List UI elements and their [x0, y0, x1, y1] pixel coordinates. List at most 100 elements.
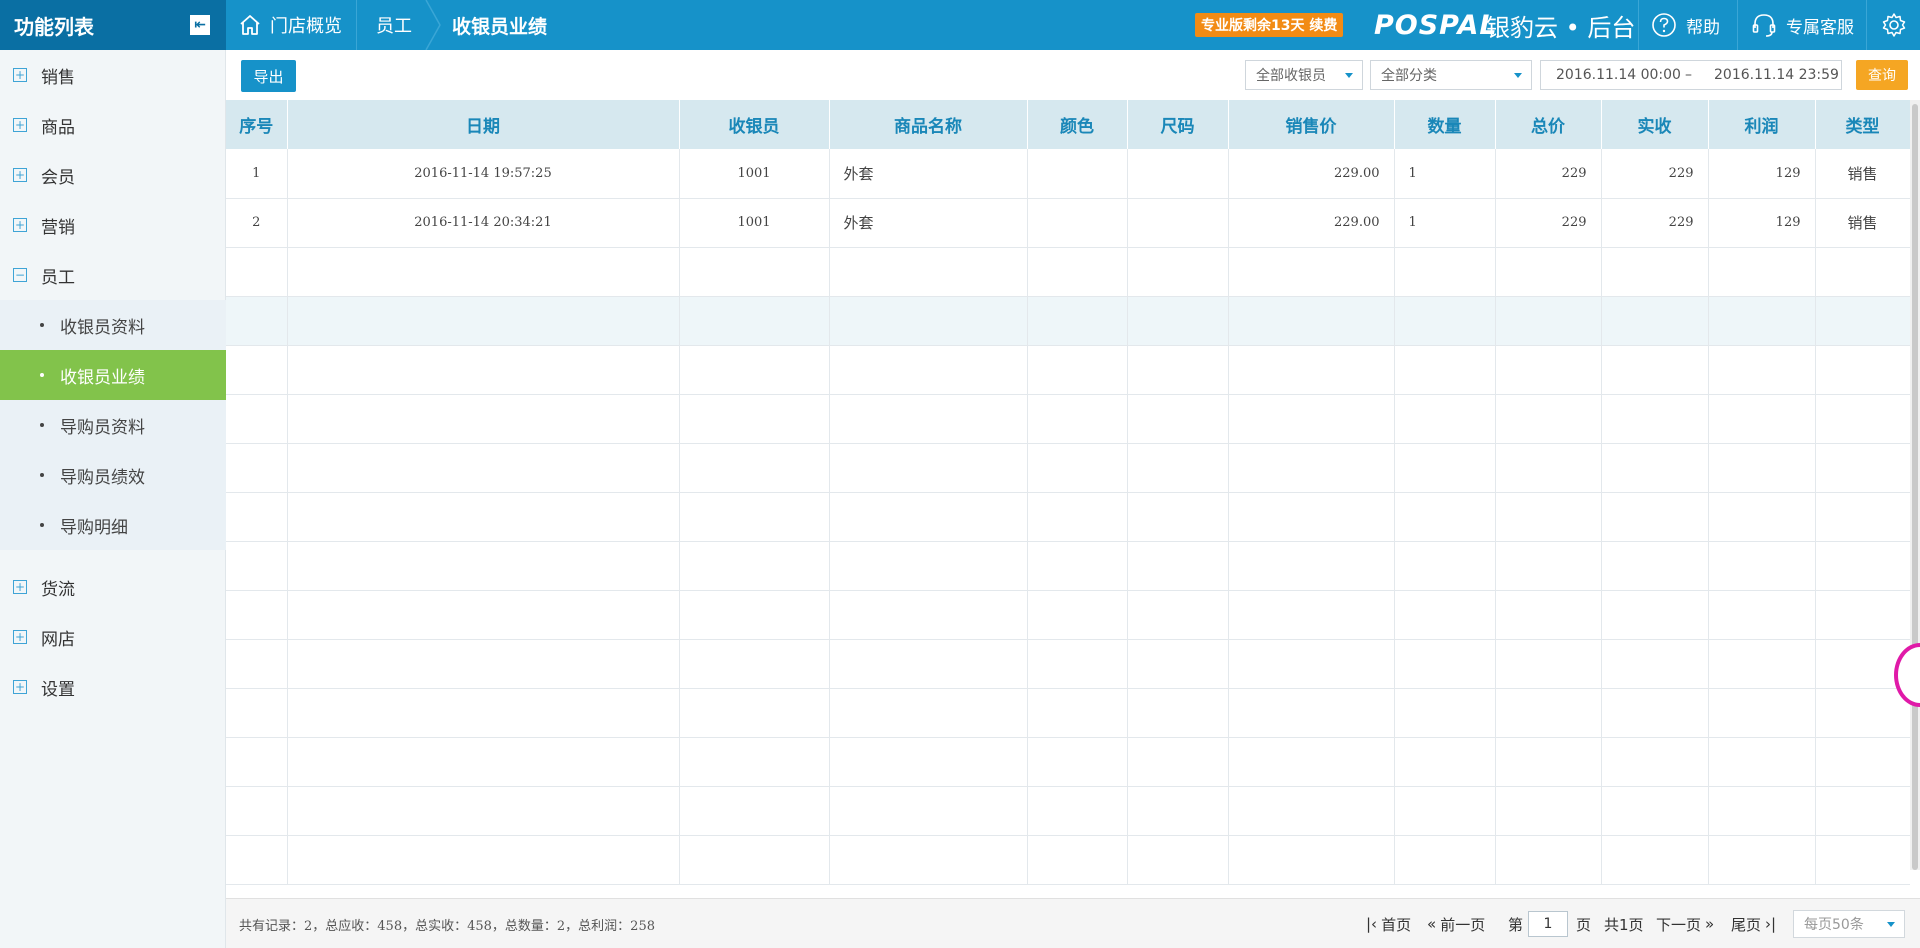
table-cell [1127, 786, 1229, 836]
sidebar-item-staff[interactable]: − 员工 [0, 250, 226, 300]
table-cell [1601, 541, 1709, 591]
table-cell [1228, 786, 1395, 836]
sidebar-subitem-label: 收银员资料 [60, 317, 145, 338]
table-cell [226, 394, 288, 444]
page-number-input[interactable]: 1 [1528, 911, 1568, 937]
table-cell [1815, 296, 1910, 346]
table-cell [1027, 345, 1128, 395]
settings-button[interactable] [1880, 0, 1916, 50]
table-cell [287, 443, 680, 493]
table-cell [1708, 541, 1816, 591]
table-cell [226, 835, 288, 885]
sidebar-item-label: 营销 [41, 217, 75, 238]
column-header: 利润 [1708, 100, 1816, 149]
cashier-filter-select[interactable]: 全部收银员 [1245, 60, 1363, 90]
next-page-label: 下一页 [1656, 915, 1702, 934]
table-cell: 2 [226, 198, 288, 248]
sidebar-item-logistics[interactable]: + 货流 [0, 562, 226, 612]
category-filter-select[interactable]: 全部分类 [1370, 60, 1532, 90]
empty-table-row [226, 639, 1910, 689]
expand-icon: + [13, 168, 27, 182]
table-scrollbar-thumb[interactable] [1912, 104, 1918, 870]
table-footer: 共有记录：2，总应收：458，总实收：458，总数量：2，总利润：258 |‹ … [226, 898, 1920, 948]
breadcrumb-section[interactable]: 员工 [376, 0, 412, 50]
table-cell [1127, 149, 1229, 199]
table-cell [1495, 296, 1602, 346]
table-cell [1027, 296, 1128, 346]
sidebar-subitem-cashier-performance[interactable]: 收银员业绩 [0, 350, 226, 400]
table-cell: 129 [1708, 149, 1816, 199]
breadcrumb-home[interactable]: 门店概览 [238, 0, 342, 50]
sidebar-item-online-store[interactable]: + 网店 [0, 612, 226, 662]
table-cell [226, 688, 288, 738]
last-page-button[interactable]: 尾页 ›| [1731, 899, 1776, 948]
date-range-picker[interactable]: 2016.11.14 00:00 – 2016.11.14 23:59 [1540, 60, 1842, 90]
prev-page-button[interactable]: « 前一页 [1427, 899, 1485, 948]
collapse-icon: − [13, 268, 27, 282]
table-cell [1027, 394, 1128, 444]
sidebar-item-products[interactable]: + 商品 [0, 100, 226, 150]
last-page-label: 尾页 [1731, 915, 1762, 934]
table-cell: 229.00 [1228, 198, 1395, 248]
date-end-field[interactable]: 2016.11.14 23:59 [1714, 67, 1839, 83]
next-page-icon: » [1705, 915, 1715, 933]
table-header-row: 序号 日期 收银员 商品名称 颜色 尺码 销售价 数量 总价 实收 利润 类型 [226, 100, 1910, 149]
table-cell [1394, 345, 1496, 395]
empty-table-row [226, 541, 1910, 591]
sidebar-item-settings[interactable]: + 设置 [0, 662, 226, 712]
table-cell [1708, 394, 1816, 444]
sidebar-subitem-guide-details[interactable]: 导购明细 [0, 500, 226, 550]
export-button-label: 导出 [253, 67, 284, 86]
date-separator: – [1685, 67, 1692, 83]
date-start-field[interactable]: 2016.11.14 00:00 [1556, 67, 1681, 83]
help-button[interactable]: 帮助 [1650, 0, 1720, 50]
table-cell [1601, 345, 1709, 395]
table-row[interactable]: 1 2016-11-14 19:57:25 1001 外套 229.00 1 229 229 1… [226, 149, 1910, 199]
query-button[interactable]: 查询 [1856, 60, 1908, 90]
column-header: 序号 [226, 100, 288, 149]
collapse-sidebar-icon[interactable]: ⇤ [190, 15, 210, 35]
table-cell [1228, 296, 1395, 346]
sidebar-subitem-guide-profiles[interactable]: 导购员资料 [0, 400, 226, 450]
page-size-select[interactable]: 每页50条 [1793, 910, 1905, 938]
sidebar-subitem-label: 导购员资料 [60, 417, 145, 438]
table-cell [1127, 737, 1229, 787]
table-cell [1127, 492, 1229, 542]
table-cell [1394, 296, 1496, 346]
table-cell [287, 492, 680, 542]
table-cell [287, 835, 680, 885]
sidebar-subitem-guide-performance[interactable]: 导购员绩效 [0, 450, 226, 500]
table-row[interactable]: 2 2016-11-14 20:34:21 1001 外套 229.00 1 229 229 1… [226, 198, 1910, 248]
sidebar-item-marketing[interactable]: + 营销 [0, 200, 226, 250]
table-cell [1601, 786, 1709, 836]
table-cell [679, 786, 830, 836]
table-cell [1027, 149, 1128, 199]
table-cell [1708, 590, 1816, 640]
table-cell [1495, 590, 1602, 640]
page-size-value: 每页50条 [1804, 917, 1864, 933]
table-cell [1601, 247, 1709, 297]
table-cell: 销售 [1815, 149, 1910, 199]
table-cell [287, 345, 680, 395]
export-button[interactable]: 导出 [241, 60, 296, 92]
table-cell: 2016-11-14 20:34:21 [287, 198, 680, 248]
table-cell [1601, 835, 1709, 885]
column-header: 日期 [287, 100, 680, 149]
table-cell [1127, 541, 1229, 591]
table-cell [1708, 443, 1816, 493]
trial-renew-badge[interactable]: 专业版剩余13天 续费 [1195, 13, 1344, 37]
sidebar-item-sales[interactable]: + 销售 [0, 50, 226, 100]
table-cell [287, 688, 680, 738]
table-cell: 229 [1601, 198, 1709, 248]
sidebar-subitem-cashier-profiles[interactable]: 收银员资料 [0, 300, 226, 350]
sidebar-item-members[interactable]: + 会员 [0, 150, 226, 200]
table-cell [1815, 688, 1910, 738]
table-cell [1495, 737, 1602, 787]
table-cell [1394, 590, 1496, 640]
table-cell [1027, 835, 1128, 885]
customer-service-button[interactable]: 专属客服 [1750, 0, 1854, 50]
next-page-button[interactable]: 下一页 » [1656, 899, 1714, 948]
first-page-button[interactable]: |‹ 首页 [1366, 899, 1411, 948]
column-header: 销售价 [1228, 100, 1395, 149]
breadcrumb-chevron-icon [425, 0, 441, 50]
